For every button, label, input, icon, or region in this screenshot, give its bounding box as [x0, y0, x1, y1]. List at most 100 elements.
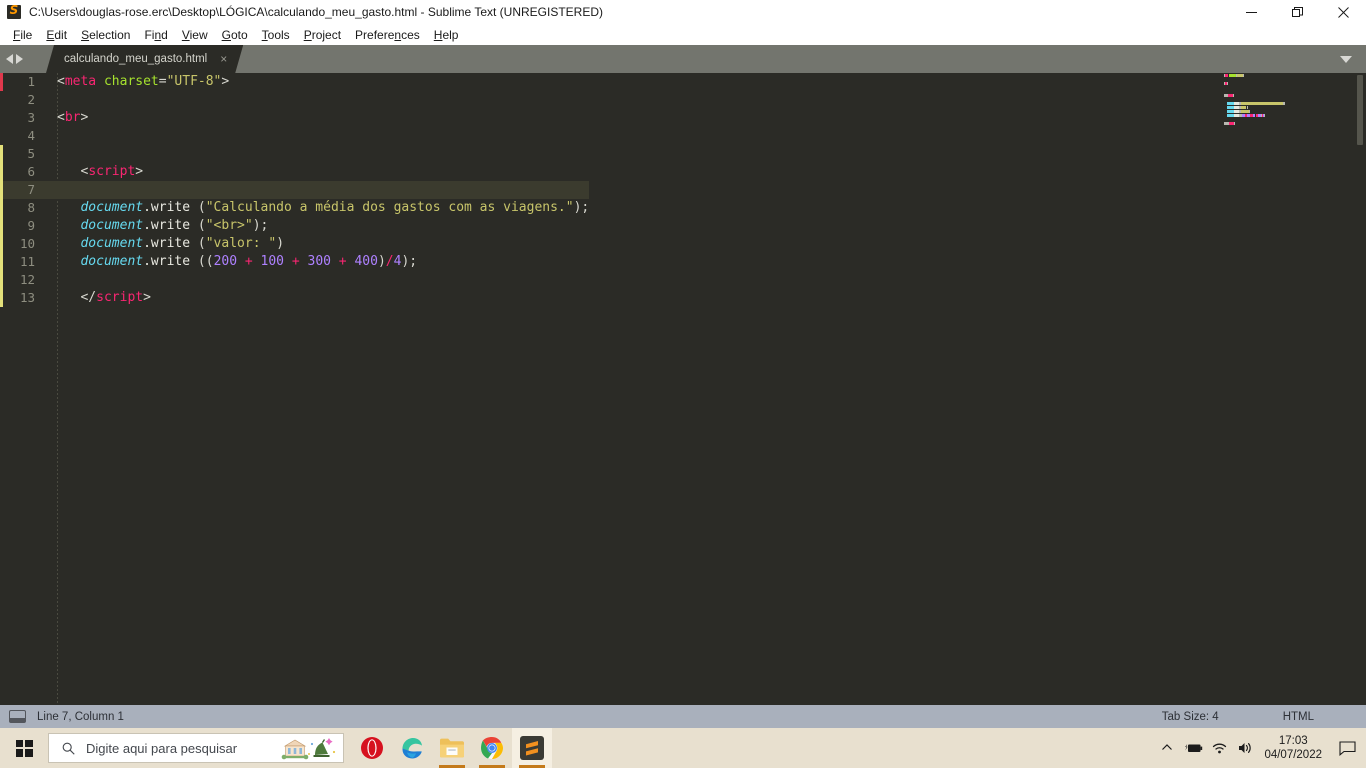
code-line-4[interactable]: 4 [0, 127, 589, 145]
change-marker-yellow [0, 217, 3, 235]
menu-item-view[interactable]: View [175, 26, 215, 44]
taskbar-app-sublime-text[interactable] [512, 728, 552, 768]
menu-item-find[interactable]: Find [137, 26, 174, 44]
line-number: 1 [27, 74, 35, 89]
line-text: <meta charset="UTF-8"> [57, 74, 230, 89]
line-number: 12 [19, 272, 35, 287]
line-text: document.write ((200 + 100 + 300 + 400)/… [80, 254, 418, 269]
title-bar: C:\Users\douglas-rose.erc\Desktop\LÓGICA… [0, 0, 1366, 24]
taskbar-app-file-explorer[interactable] [432, 728, 472, 768]
restore-icon[interactable] [1274, 0, 1320, 24]
search-placeholder: Digite aqui para pesquisar [86, 740, 238, 756]
museum-bell-illustration [281, 738, 336, 760]
change-marker-yellow [0, 163, 3, 181]
change-marker-yellow [0, 235, 3, 253]
syntax-mode[interactable]: HTML [1283, 711, 1314, 723]
minimize-icon[interactable] [1228, 0, 1274, 24]
code-line-7[interactable]: 7 [0, 181, 590, 199]
tab-list-dropdown-icon[interactable] [1340, 56, 1352, 63]
line-number: 10 [19, 236, 35, 251]
taskbar: Digite aqui para pesquisar 17:03 04/07/2… [0, 728, 1366, 768]
menu-item-selection[interactable]: Selection [74, 26, 137, 44]
sublime-text-icon [7, 3, 21, 19]
line-text [44, 127, 589, 145]
code-line-5[interactable]: 5 [0, 145, 589, 163]
line-number: 5 [27, 146, 35, 161]
line-text: <br> [57, 110, 89, 125]
window-title: C:\Users\douglas-rose.erc\Desktop\LÓGICA… [29, 5, 603, 19]
taskbar-app-google-chrome[interactable] [472, 728, 512, 768]
menu-bar: File Edit Selection Find View Goto Tools Projec… [0, 24, 1366, 45]
sidebar-toggle-icon[interactable] [9, 710, 26, 723]
tab-calculando-meu-gasto[interactable]: calculando_meu_gasto.html × [46, 45, 243, 73]
code-lines: 1 <meta charset="UTF-8"> 2 3 <br> 4 5 6 <scr… [0, 73, 590, 307]
change-marker-yellow [0, 271, 3, 289]
line-number: 3 [27, 110, 35, 125]
close-icon[interactable] [1320, 0, 1366, 24]
windows-start-icon[interactable] [0, 728, 48, 768]
minimap[interactable] [1216, 73, 1366, 705]
code-line-3[interactable]: 3 <br> [0, 109, 589, 127]
change-marker-yellow [0, 289, 3, 307]
change-marker-red [0, 73, 3, 91]
search-input[interactable]: Digite aqui para pesquisar [48, 733, 344, 763]
change-marker-yellow [0, 181, 3, 199]
code-editor[interactable]: 1 <meta charset="UTF-8"> 2 3 <br> 4 5 6 <scr… [0, 73, 1366, 705]
code-line-9[interactable]: 9 document.write ("<br>"); [0, 217, 589, 235]
menu-item-help[interactable]: Help [427, 26, 466, 44]
line-text [44, 91, 589, 109]
tab-scroll-left-icon[interactable] [6, 54, 13, 64]
clock-date: 04/07/2022 [1264, 749, 1322, 761]
clock-time: 17:03 [1278, 735, 1308, 747]
code-line-1[interactable]: 1 <meta charset="UTF-8"> [0, 73, 589, 91]
system-tray: 17:03 04/07/2022 [1154, 728, 1366, 768]
line-number: 6 [27, 164, 35, 179]
menu-item-file[interactable]: File [6, 26, 39, 44]
menu-item-preferences[interactable]: Preferences [348, 26, 427, 44]
line-number: 11 [19, 254, 35, 269]
line-number: 7 [0, 181, 44, 199]
taskbar-app-microsoft-edge[interactable] [392, 728, 432, 768]
code-line-6[interactable]: 6 <script> [0, 163, 589, 181]
change-marker-yellow [0, 253, 3, 271]
line-number: 9 [27, 218, 35, 233]
code-line-2[interactable]: 2 [0, 91, 589, 109]
menu-item-tools[interactable]: Tools [255, 26, 297, 44]
notifications-icon[interactable] [1332, 728, 1362, 768]
status-bar-right: Tab Size: 4 HTML [1162, 711, 1366, 723]
taskbar-app-opera[interactable] [352, 728, 392, 768]
volume-icon[interactable] [1232, 728, 1258, 768]
clock[interactable]: 17:03 04/07/2022 [1258, 728, 1332, 768]
line-number: 8 [27, 200, 35, 215]
taskbar-apps [352, 728, 552, 768]
line-number: 4 [27, 128, 35, 143]
line-text [44, 271, 589, 289]
line-text: document.write ("valor: ") [80, 236, 285, 251]
code-line-13[interactable]: 13 </script> [0, 289, 589, 307]
menu-item-goto[interactable]: Goto [215, 26, 255, 44]
line-text [44, 181, 590, 199]
change-marker-yellow [0, 145, 3, 163]
tab-scroll-arrows[interactable] [6, 45, 23, 73]
change-marker-yellow [0, 199, 3, 217]
line-number: 13 [19, 290, 35, 305]
minimap-line [1216, 121, 1366, 125]
chevron-up-icon[interactable] [1154, 728, 1180, 768]
line-text: <script> [57, 164, 144, 179]
window-controls [1228, 0, 1366, 24]
menu-item-edit[interactable]: Edit [39, 26, 74, 44]
code-line-12[interactable]: 12 [0, 271, 589, 289]
tab-scroll-right-icon[interactable] [16, 54, 23, 64]
wifi-icon[interactable] [1206, 728, 1232, 768]
tab-size[interactable]: Tab Size: 4 [1162, 711, 1219, 723]
minimap-token [1233, 122, 1235, 125]
tab-label: calculando_meu_gasto.html [64, 53, 208, 65]
code-line-11[interactable]: 11 document.write ((200 + 100 + 300 + 40… [0, 253, 589, 271]
menu-item-project[interactable]: Project [297, 26, 348, 44]
code-line-8[interactable]: 8 document.write ("Calculando a média do… [0, 199, 589, 217]
code-line-10[interactable]: 10 document.write ("valor: ") [0, 235, 589, 253]
line-text: </script> [57, 290, 151, 305]
battery-charging-icon[interactable] [1180, 728, 1206, 768]
tab-bar: calculando_meu_gasto.html × [0, 45, 1366, 73]
tab-close-icon[interactable]: × [220, 53, 227, 65]
